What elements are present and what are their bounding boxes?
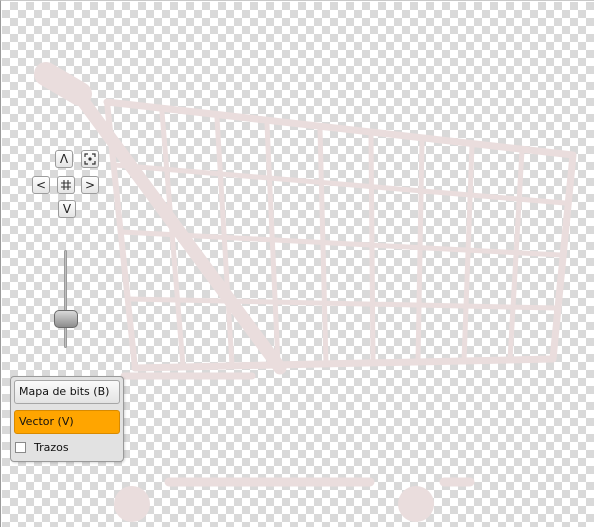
strokes-checkbox[interactable] (15, 442, 26, 453)
pan-down-button[interactable]: V (58, 200, 76, 218)
pan-up-button[interactable]: Λ (55, 150, 73, 168)
vector-mode-button[interactable]: Vector (V) (14, 410, 120, 434)
zoom-slider-thumb[interactable] (54, 310, 78, 328)
pan-left-button[interactable]: < (32, 176, 50, 194)
viewer-frame: Λ < > V Mapa de bits (B) Vector (V) Traz… (0, 0, 594, 527)
center-icon (58, 179, 74, 191)
zoom-slider-track[interactable] (64, 250, 67, 348)
zoom-fit-icon (82, 153, 98, 165)
strokes-option[interactable]: Trazos (15, 439, 69, 457)
zoom-fit-button[interactable] (81, 150, 99, 168)
render-mode-panel: Mapa de bits (B) Vector (V) Trazos (10, 376, 124, 462)
image-canvas[interactable]: Λ < > V Mapa de bits (B) Vector (V) Traz… (2, 2, 594, 527)
strokes-label: Trazos (34, 441, 69, 454)
bitmap-mode-button[interactable]: Mapa de bits (B) (14, 380, 120, 404)
pan-right-button[interactable]: > (81, 176, 99, 194)
center-view-button[interactable] (57, 176, 75, 194)
